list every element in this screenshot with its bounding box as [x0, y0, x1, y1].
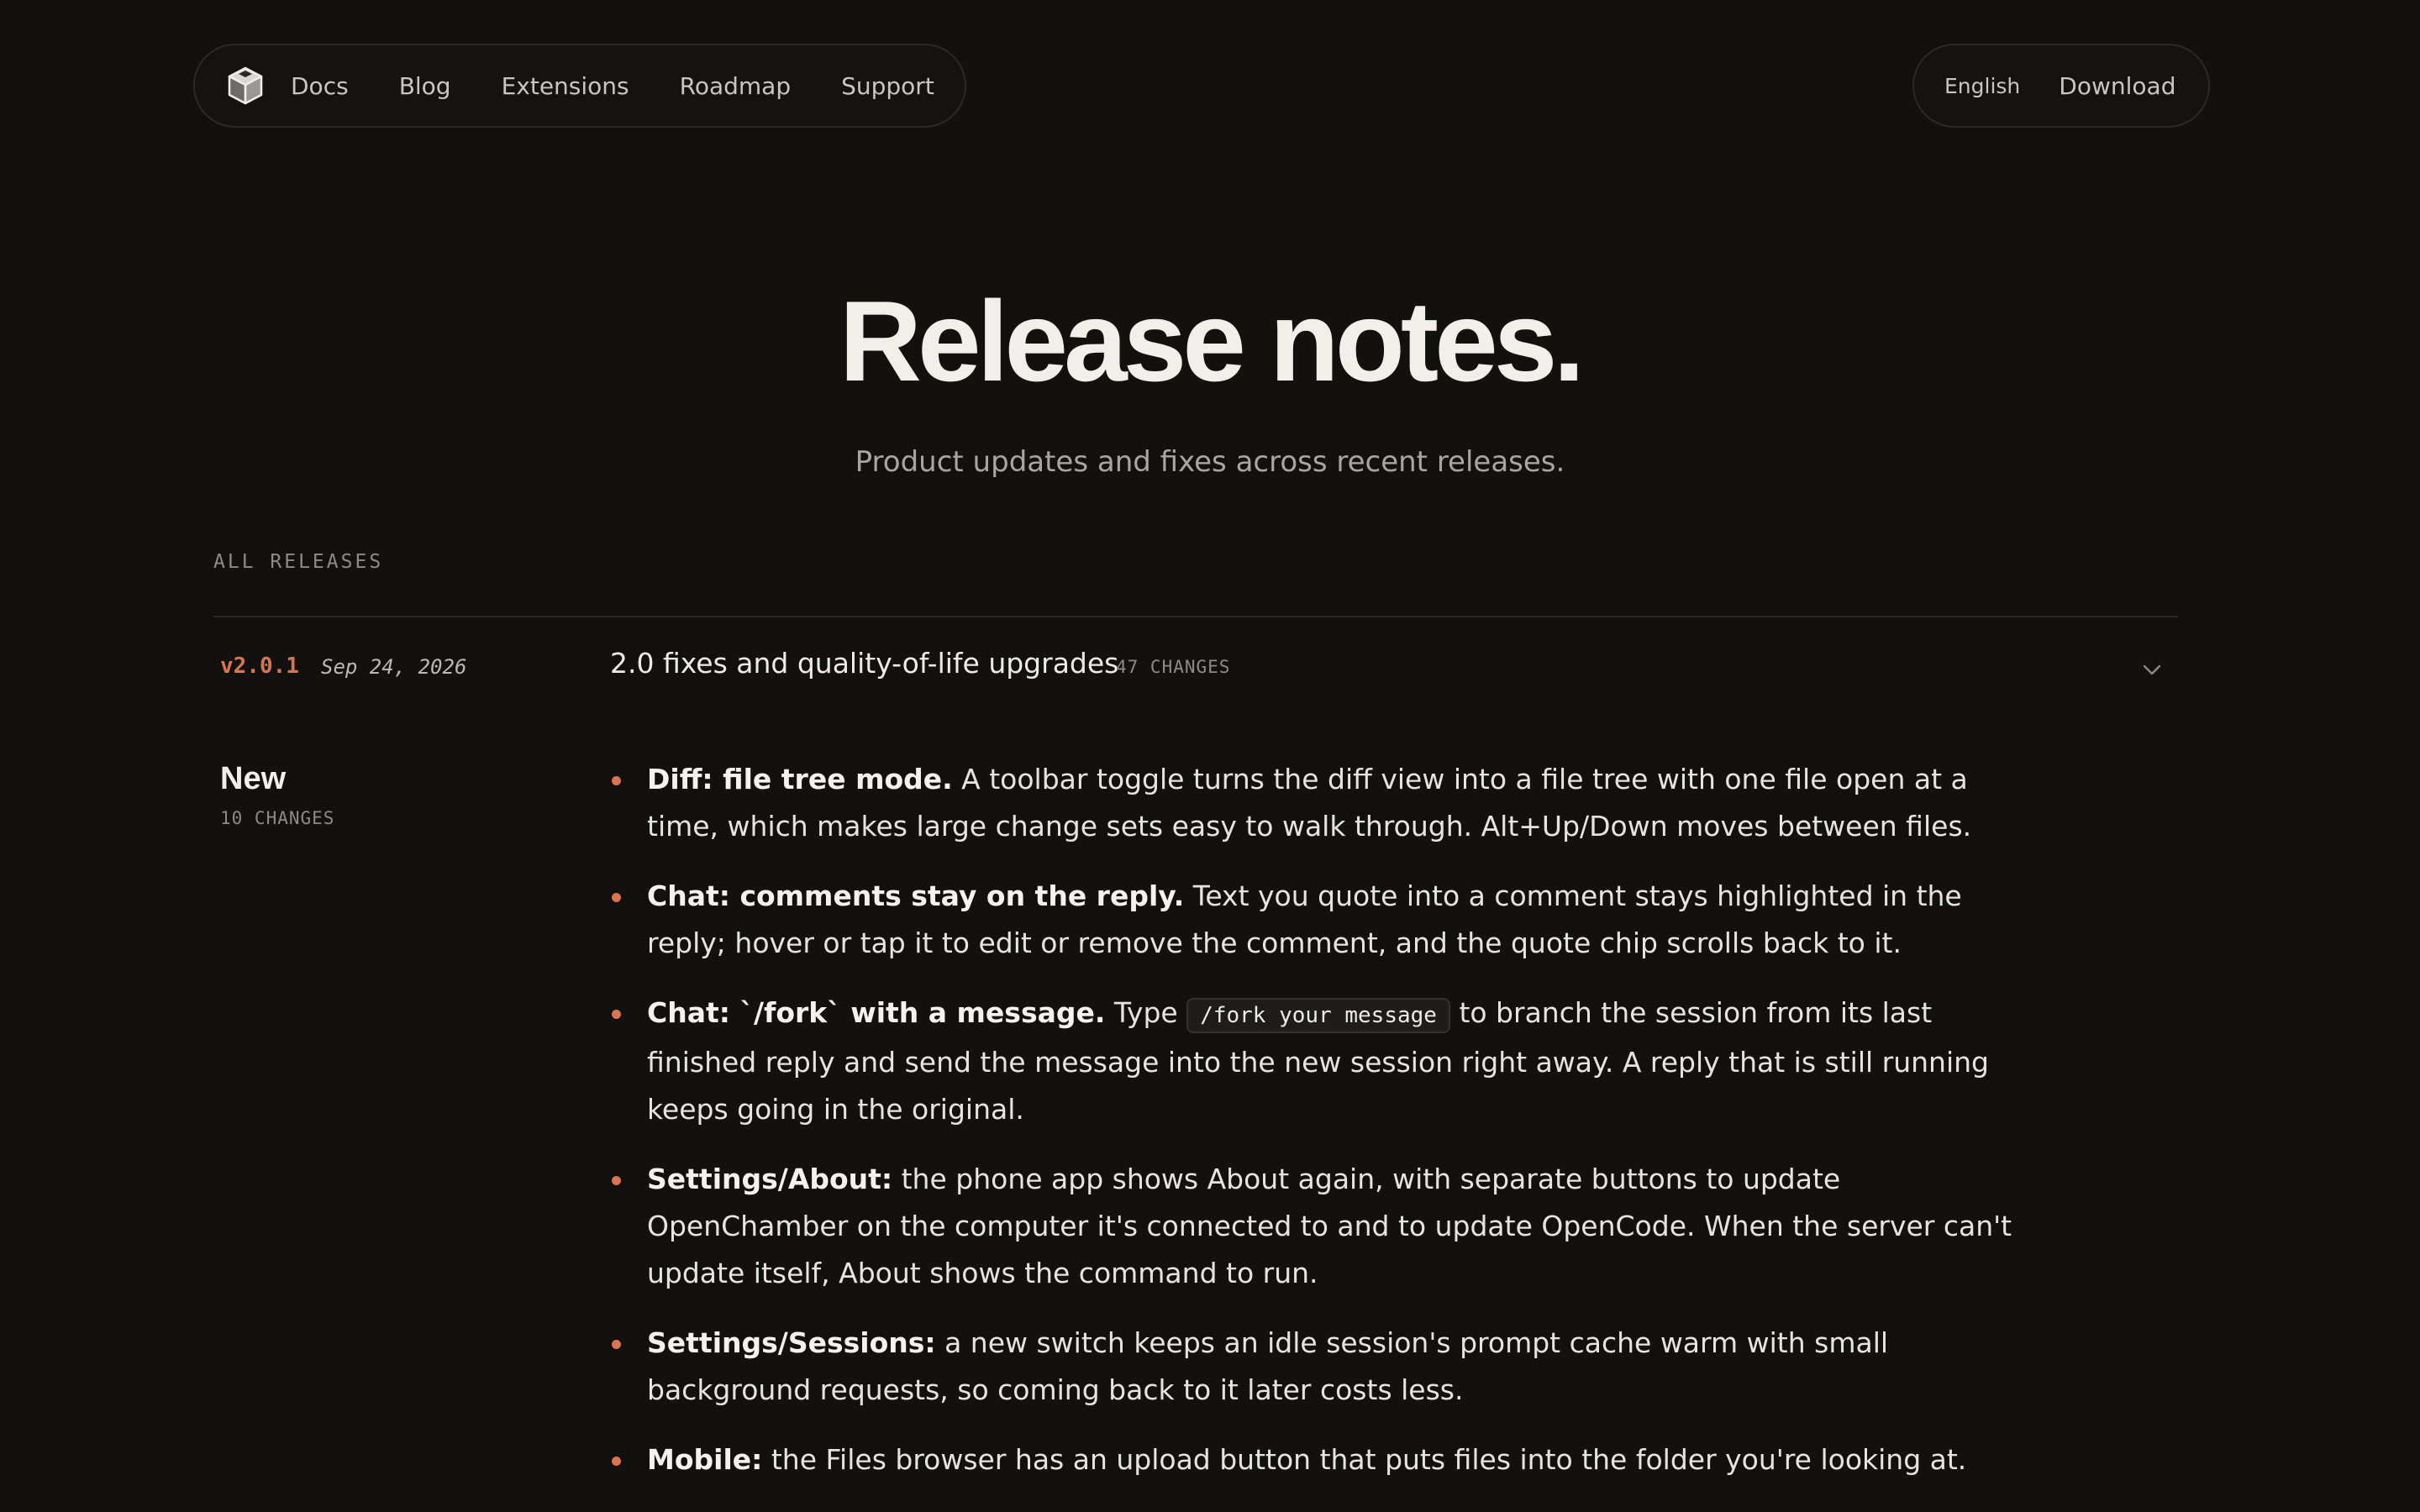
- section-divider: [213, 616, 2178, 617]
- group-title: New: [220, 761, 287, 796]
- page-subtitle: Product updates and fixes across recent …: [855, 445, 1565, 479]
- list-item: Settings/About: the phone app shows Abou…: [610, 1156, 2022, 1297]
- note-heading: Settings/Sessions:: [647, 1326, 936, 1359]
- bullet-dot: [612, 1176, 621, 1185]
- list-item: Diff: file tree mode. A toolbar toggle t…: [610, 756, 2022, 850]
- nav-blog-link[interactable]: Blog: [399, 72, 451, 100]
- nav-actions: English Download: [1912, 44, 2210, 128]
- group-change-count: 10 CHANGES: [220, 808, 335, 828]
- list-item: Settings/Sessions: a new switch keeps an…: [610, 1320, 2022, 1414]
- release-notes-list: Diff: file tree mode. A toolbar toggle t…: [610, 756, 2022, 1506]
- cube-logo-icon[interactable]: [225, 66, 266, 106]
- bullet-dot: [612, 1457, 621, 1466]
- page-title: Release notes.: [839, 277, 1585, 405]
- note-heading: Settings/About:: [647, 1163, 893, 1195]
- release-header[interactable]: v2.0.1 Sep 24, 2026 2.0 fixes and qualit…: [213, 647, 2178, 689]
- inline-code: /fork your message: [1186, 998, 1450, 1033]
- release-version: v2.0.1: [220, 654, 299, 679]
- release-date: Sep 24, 2026: [321, 655, 467, 679]
- note-heading: Chat: `/fork` with a message.: [647, 996, 1106, 1029]
- main-nav: Docs Blog Extensions Roadmap Support: [193, 44, 966, 128]
- list-item: Chat: comments stay on the reply. Text y…: [610, 873, 2022, 967]
- release-change-count: 47 CHANGES: [1116, 657, 1231, 677]
- note-text-before: Type: [1105, 996, 1187, 1029]
- language-selector[interactable]: English: [1944, 74, 2020, 98]
- section-label: ALL RELEASES: [213, 551, 384, 573]
- nav-support-link[interactable]: Support: [841, 72, 934, 100]
- nav-docs-link[interactable]: Docs: [291, 72, 349, 100]
- release-title: 2.0 fixes and quality-of-life upgrades: [610, 647, 1119, 680]
- nav-extensions-link[interactable]: Extensions: [502, 72, 629, 100]
- nav-roadmap-link[interactable]: Roadmap: [680, 72, 791, 100]
- bullet-dot: [612, 1010, 621, 1019]
- note-heading: Mobile:: [647, 1443, 763, 1476]
- note-heading: Diff: file tree mode.: [647, 763, 953, 795]
- bullet-dot: [612, 776, 621, 785]
- download-link[interactable]: Download: [2059, 72, 2175, 100]
- bullet-dot: [612, 893, 621, 902]
- chevron-down-icon[interactable]: [2139, 657, 2165, 682]
- list-item: Mobile: the Files browser has an upload …: [610, 1436, 2022, 1483]
- bullet-dot: [612, 1340, 621, 1349]
- note-heading: Chat: comments stay on the reply.: [647, 879, 1185, 912]
- list-item: Chat: `/fork` with a message. Type /fork…: [610, 990, 2022, 1133]
- note-text: the Files browser has an upload button t…: [762, 1443, 1967, 1476]
